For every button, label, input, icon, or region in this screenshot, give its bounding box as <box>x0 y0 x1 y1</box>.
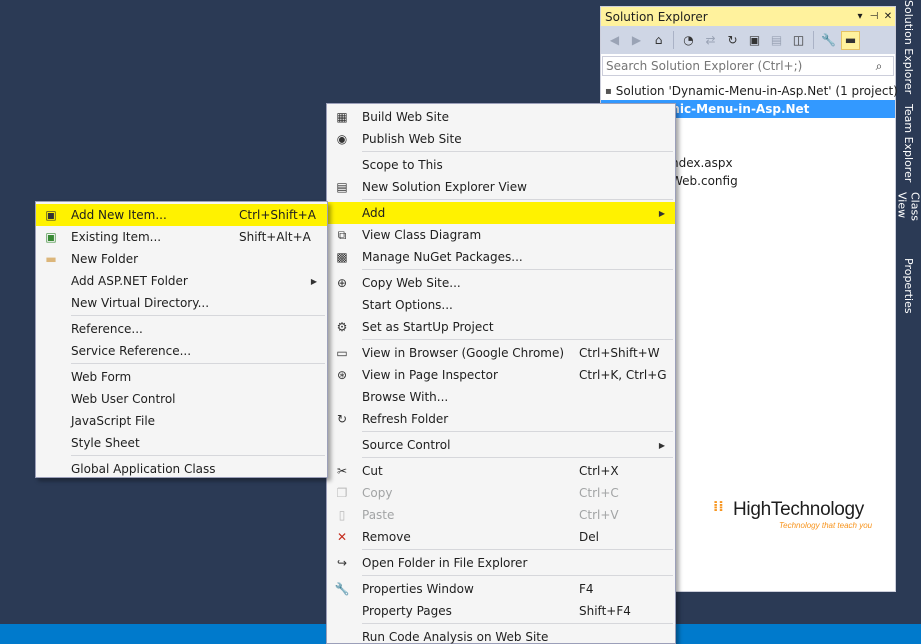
menu-item-paste[interactable]: ▯ Paste Ctrl+V <box>327 504 675 526</box>
home-icon[interactable]: ⌂ <box>649 31 668 50</box>
browser-icon: ▭ <box>336 346 348 360</box>
menu-item-publish-web-site[interactable]: ◉ Publish Web Site <box>327 128 675 150</box>
preview-icon[interactable]: ◫ <box>789 31 808 50</box>
submenu-arrow-icon: ▶ <box>658 208 665 218</box>
tab-team-explorer[interactable]: Team Explorer <box>896 104 921 184</box>
solution-explorer-toolbar: ◀ ▶ ⌂ ◔ ⇄ ↻ ▣ ▤ ◫ 🔧 ▬ <box>601 26 895 54</box>
toolbar-separator <box>673 31 674 49</box>
menu-item-refresh-folder[interactable]: ↻ Refresh Folder <box>327 408 675 430</box>
menu-item-view-in-page-inspector[interactable]: ⊛ View in Page Inspector Ctrl+K, Ctrl+G <box>327 364 675 386</box>
sync-icon[interactable]: ⇄ <box>701 31 720 50</box>
menu-item-global-application-class[interactable]: Global Application Class <box>36 458 327 480</box>
solution-explorer-titlebar: Solution Explorer ▾ ⊣ ✕ <box>601 7 895 26</box>
menu-item-add-aspnet-folder[interactable]: Add ASP.NET Folder ▶ <box>36 270 327 292</box>
show-all-files-icon[interactable]: ▤ <box>767 31 786 50</box>
menu-item-manage-nuget[interactable]: ▩ Manage NuGet Packages... <box>327 246 675 268</box>
menu-item-add-new-item[interactable]: ▣ Add New Item... Ctrl+Shift+A <box>36 204 327 226</box>
menu-item-properties-window[interactable]: 🔧 Properties Window F4 <box>327 578 675 600</box>
menu-item-web-form[interactable]: Web Form <box>36 366 327 388</box>
window-position-icon[interactable]: ▾ <box>853 11 867 22</box>
logo-mark-icon: ⁞⁞ <box>713 499 724 515</box>
close-icon[interactable]: ✕ <box>881 11 895 22</box>
menu-item-start-options[interactable]: Start Options... <box>327 294 675 316</box>
menu-item-existing-item[interactable]: ▣ Existing Item... Shift+Alt+A <box>36 226 327 248</box>
existing-item-icon: ▣ <box>45 230 57 244</box>
pending-changes-filter-icon[interactable]: ◔ <box>679 31 698 50</box>
menu-item-style-sheet[interactable]: Style Sheet <box>36 432 327 454</box>
menu-item-set-startup[interactable]: ⚙ Set as StartUp Project <box>327 316 675 338</box>
menu-item-open-folder[interactable]: ↪ Open Folder in File Explorer <box>327 552 675 574</box>
search-input[interactable] <box>606 59 865 73</box>
cut-icon: ✂ <box>336 464 348 478</box>
menu-item-remove[interactable]: ✕ Remove Del <box>327 526 675 548</box>
class-diagram-icon: ⧉ <box>337 227 347 242</box>
properties-wrench-icon[interactable]: 🔧 <box>819 31 838 50</box>
tab-class-view[interactable]: Class View <box>896 192 921 250</box>
menu-item-new-folder[interactable]: ▬ New Folder <box>36 248 327 270</box>
menu-item-cut[interactable]: ✂ Cut Ctrl+X <box>327 460 675 482</box>
build-icon: ▦ <box>336 110 348 124</box>
refresh-icon[interactable]: ↻ <box>723 31 742 50</box>
tab-solution-explorer[interactable]: Solution Explorer <box>896 0 921 96</box>
menu-item-new-virtual-directory[interactable]: New Virtual Directory... <box>36 292 327 314</box>
refresh-icon: ↻ <box>336 412 348 426</box>
menu-item-reference[interactable]: Reference... <box>36 318 327 340</box>
add-submenu: ▣ Add New Item... Ctrl+Shift+A ▣ Existing I… <box>35 201 328 478</box>
menu-item-run-code-analysis[interactable]: Run Code Analysis on Web Site <box>327 626 675 644</box>
menu-item-copy[interactable]: ❐ Copy Ctrl+C <box>327 482 675 504</box>
nuget-icon: ▩ <box>336 250 348 264</box>
menu-item-view-in-browser[interactable]: ▭ View in Browser (Google Chrome) Ctrl+Shi… <box>327 342 675 364</box>
solution-icon: ▪ <box>605 85 612 97</box>
remove-icon: ✕ <box>336 530 348 544</box>
menu-item-build-web-site[interactable]: ▦ Build Web Site <box>327 106 675 128</box>
menu-item-web-user-control[interactable]: Web User Control <box>36 388 327 410</box>
collapse-all-icon[interactable]: ▣ <box>745 31 764 50</box>
menu-item-add[interactable]: Add ▶ <box>327 202 675 224</box>
pin-active-icon[interactable]: ▬ <box>841 30 860 50</box>
paste-icon: ▯ <box>338 508 346 522</box>
auto-hide-pin-icon[interactable]: ⊣ <box>867 11 881 22</box>
hightechnology-logo: ⁞⁞ HighTechnology Technology that teach … <box>713 499 873 530</box>
menu-item-copy-web-site[interactable]: ⊕ Copy Web Site... <box>327 272 675 294</box>
new-folder-icon: ▬ <box>45 252 57 266</box>
copy-icon: ❐ <box>336 486 348 500</box>
submenu-arrow-icon: ▶ <box>658 440 665 450</box>
tab-properties[interactable]: Properties <box>896 258 921 314</box>
menu-item-property-pages[interactable]: Property Pages Shift+F4 <box>327 600 675 622</box>
menu-item-javascript-file[interactable]: JavaScript File <box>36 410 327 432</box>
forward-icon[interactable]: ▶ <box>627 31 646 50</box>
inspector-icon: ⊛ <box>336 368 348 382</box>
new-item-icon: ▣ <box>45 208 57 222</box>
tree-item-solution[interactable]: ▪ Solution 'Dynamic-Menu-in-Asp.Net' (1 … <box>601 82 898 100</box>
menu-item-source-control[interactable]: Source Control ▶ <box>327 434 675 456</box>
copy-website-icon: ⊕ <box>336 276 348 290</box>
search-box: ⌕ <box>602 56 894 76</box>
back-icon[interactable]: ◀ <box>605 31 624 50</box>
search-icon[interactable]: ⌕ <box>865 59 893 74</box>
publish-icon: ◉ <box>336 132 348 146</box>
wrench-icon: 🔧 <box>334 582 350 596</box>
submenu-arrow-icon: ▶ <box>310 276 317 286</box>
menu-item-scope-to-this[interactable]: Scope to This <box>327 154 675 176</box>
context-menu: ▦ Build Web Site ◉ Publish Web Site Scope … <box>326 103 676 644</box>
panel-title: Solution Explorer <box>605 9 708 24</box>
gear-icon: ⚙ <box>336 320 348 334</box>
menu-item-view-class-diagram[interactable]: ⧉ View Class Diagram <box>327 224 675 246</box>
new-view-icon: ▤ <box>336 180 348 194</box>
menu-item-browse-with[interactable]: Browse With... <box>327 386 675 408</box>
menu-item-service-reference[interactable]: Service Reference... <box>36 340 327 362</box>
open-folder-icon: ↪ <box>336 556 348 570</box>
tool-window-tabs: Solution Explorer Team Explorer Class Vi… <box>896 0 921 330</box>
toolbar-separator <box>813 31 814 49</box>
menu-item-new-solution-explorer-view[interactable]: ▤ New Solution Explorer View <box>327 176 675 198</box>
